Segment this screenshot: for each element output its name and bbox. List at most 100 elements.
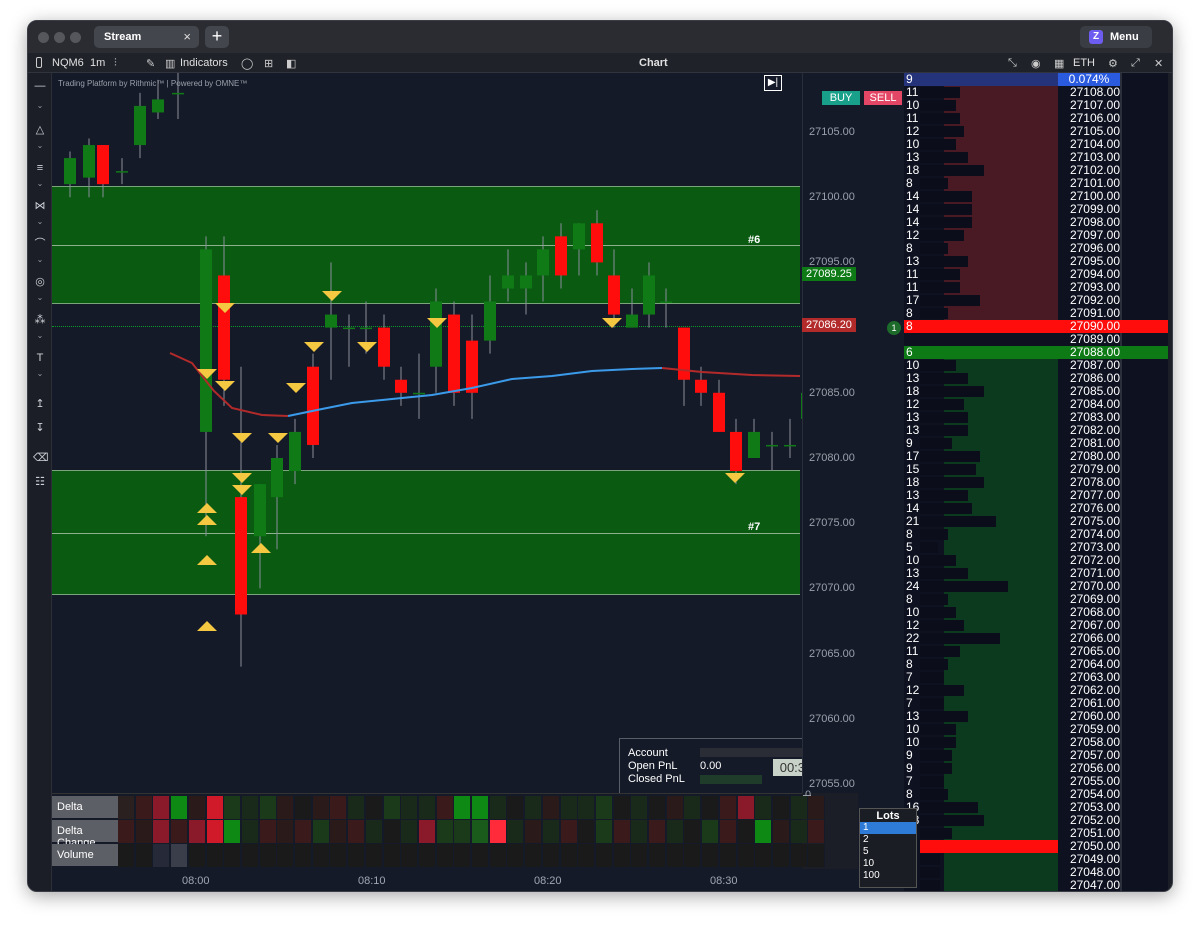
ladder-row[interactable]: 8 27091.00 [904,307,1168,320]
ladder-row[interactable]: 11 27093.00 [904,281,1168,294]
sidebar-toggle-icon[interactable] [36,57,42,68]
ladder-row[interactable]: 10 27104.00 [904,138,1168,151]
lots-option-1[interactable]: 1 [860,822,916,834]
panel-icon[interactable]: ◧ [286,57,296,70]
ladder-row[interactable]: 8 27096.00 [904,242,1168,255]
ladder-row[interactable]: 13 27083.00 [904,411,1168,424]
session-selector[interactable]: ETH [1073,57,1095,69]
ladder-row[interactable]: 10 27059.00 [904,723,1168,736]
position-badge[interactable]: 1 [887,321,901,335]
chevron-down-icon[interactable]: ⌄ [35,255,45,264]
indicators-icon[interactable]: ▥ [165,57,175,70]
order-marker[interactable] [920,840,1058,853]
shapes-icon[interactable]: ⁂ [33,313,47,327]
pattern-icon[interactable]: ⋈ [33,199,47,213]
chevron-down-icon[interactable]: ⌄ [35,293,45,302]
minimize-window-button[interactable] [54,32,65,43]
ladder-row[interactable]: 13 27082.00 [904,424,1168,437]
price-axis[interactable]: 0 27105.0027100.0027095.0027090.0027085.… [802,73,858,801]
ladder-row[interactable]: 27049.00 [904,853,1168,866]
ladder-row[interactable]: 27050.00 [904,840,1168,853]
ladder-row[interactable]: 1827052.00 [904,814,1168,827]
triangle-icon[interactable]: △ [33,123,47,137]
text-icon[interactable]: T [33,351,47,365]
zoom-window-button[interactable] [70,32,81,43]
time-axis[interactable]: 08:00 08:10 08:20 08:30 [52,869,858,891]
expand-icon[interactable]: ⤢ [1131,57,1140,70]
horizontal-line-icon[interactable]: — [33,79,47,93]
ladder-row[interactable]: 10 27068.00 [904,606,1168,619]
camera-icon[interactable]: ◉ [1031,57,1041,70]
ladder-row[interactable]: 14 27099.00 [904,203,1168,216]
tab-stream[interactable]: Stream × [94,26,199,48]
ladder-row[interactable]: 7 27061.00 [904,697,1168,710]
ladder-row[interactable]: 927051.00 [904,827,1168,840]
ladder-row[interactable]: 10 27107.00 [904,99,1168,112]
new-tab-button[interactable]: + [205,26,229,48]
ladder-row[interactable]: 13 27060.00 [904,710,1168,723]
ladder-row[interactable]: 10 27072.00 [904,554,1168,567]
chevron-down-icon[interactable]: ⌄ [35,369,45,378]
indicators-button[interactable]: Indicators [180,57,228,69]
ladder-row[interactable]: 13 27086.00 [904,372,1168,385]
ladder-row[interactable]: 8 27101.00 [904,177,1168,190]
interval-selector[interactable]: 1m [90,57,105,69]
ladder-row[interactable]: 18 27085.00 [904,385,1168,398]
ladder-row[interactable]: 11 27108.00 [904,86,1168,99]
ladder-row[interactable]: 11 27106.00 [904,112,1168,125]
dom-ladder[interactable]: 9 0.074% 11 27108.00 10 27107.00 11 27106.00 1… [904,73,1168,891]
mouse-icon[interactable]: ◯ [241,57,253,70]
ladder-row[interactable]: 13 27103.00 [904,151,1168,164]
pencil-icon[interactable]: ✎ [146,57,155,70]
collapse-icon[interactable]: ⤡ [1008,57,1017,70]
ladder-row[interactable]: 7 27055.00 [904,775,1168,788]
ladder-row[interactable]: 22 27066.00 [904,632,1168,645]
ladder-row[interactable]: 9 27057.00 [904,749,1168,762]
ladder-row[interactable]: 12 27067.00 [904,619,1168,632]
objects-icon[interactable]: ☷ [33,475,47,489]
ladder-row[interactable]: 12 27084.00 [904,398,1168,411]
chart-type-icon[interactable]: ⫶ [114,57,117,70]
ladder-row[interactable]: 10 27087.00 [904,359,1168,372]
price-chart[interactable]: Trading Platform by Rithmic™ | Powered b… [52,73,802,793]
ladder-row[interactable]: 27047.00 [904,879,1168,891]
ladder-row[interactable]: 8 27074.00 [904,528,1168,541]
target-icon[interactable]: ◎ [33,275,47,289]
chevron-down-icon[interactable]: ⌄ [35,331,45,340]
ladder-row[interactable]: 27089.00 [904,333,1168,346]
ladder-row[interactable]: 16 27053.00 [904,801,1168,814]
ladder-row[interactable]: 17 27080.00 [904,450,1168,463]
sort-up-icon[interactable]: ↥ [33,397,47,411]
chevron-down-icon[interactable]: ⌄ [35,179,45,188]
ladder-row[interactable]: 9 27081.00 [904,437,1168,450]
ladder-row[interactable]: 7 27063.00 [904,671,1168,684]
sell-button[interactable]: SELL [864,91,902,105]
ladder-row[interactable]: 13 27095.00 [904,255,1168,268]
close-icon[interactable]: ✕ [1154,57,1163,70]
chevron-down-icon[interactable]: ⌄ [35,141,45,150]
close-icon[interactable]: × [183,29,191,44]
ladder-row[interactable]: 10 27058.00 [904,736,1168,749]
ladder-row[interactable]: 24 27070.00 [904,580,1168,593]
eraser-icon[interactable]: ⌫ [33,451,49,465]
ladder-row[interactable]: 12 27097.00 [904,229,1168,242]
ladder-row[interactable]: 9 27056.00 [904,762,1168,775]
ladder-row[interactable]: 13 27071.00 [904,567,1168,580]
layout-icon[interactable]: ⊞ [264,57,273,70]
ladder-row[interactable]: 18 27102.00 [904,164,1168,177]
ladder-row[interactable]: 21 27075.00 [904,515,1168,528]
ladder-row[interactable]: 11 27094.00 [904,268,1168,281]
chevron-down-icon[interactable]: ⌄ [35,101,45,110]
ladder-row[interactable]: 6 27088.00 [904,346,1168,359]
ladder-row[interactable]: 14 27100.00 [904,190,1168,203]
buy-button[interactable]: BUY [822,91,860,105]
lots-option-5[interactable]: 5 [860,846,916,858]
ladder-row[interactable]: 8 27069.00 [904,593,1168,606]
ladder-row[interactable]: 27048.00 [904,866,1168,879]
ladder-row[interactable]: 12 27105.00 [904,125,1168,138]
ladder-row[interactable]: 8 27054.00 [904,788,1168,801]
ladder-row[interactable]: 8 27064.00 [904,658,1168,671]
ladder-row[interactable]: 17 27092.00 [904,294,1168,307]
ladder-row[interactable]: 15 27079.00 [904,463,1168,476]
ladder-row[interactable]: 8 27090.00 [904,320,1168,333]
